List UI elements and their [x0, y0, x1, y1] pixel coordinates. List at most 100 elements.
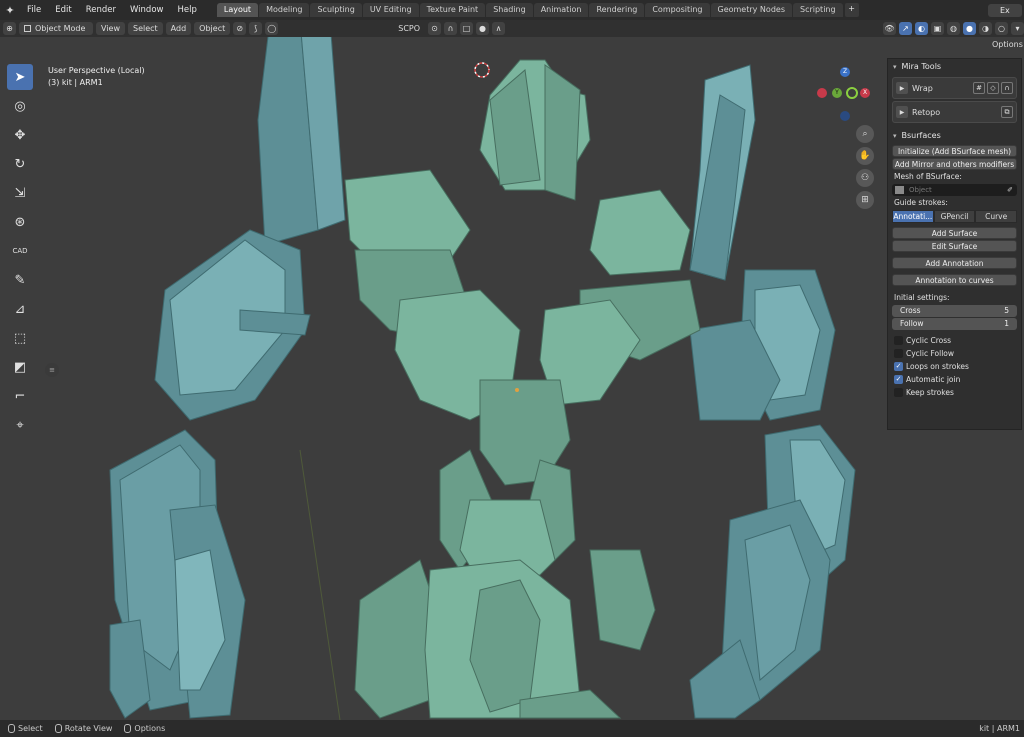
visibility-icon[interactable]: 👁	[883, 22, 896, 35]
snap-target-icon[interactable]: □	[460, 22, 474, 35]
cross-field[interactable]: Cross 5	[892, 305, 1017, 317]
neg-x-axis-icon[interactable]	[817, 88, 827, 98]
automatic-join-checkbox[interactable]: ✓ Automatic join	[894, 373, 1015, 385]
overlay-object-icon[interactable]: ⊘	[233, 22, 247, 35]
copy-icon[interactable]: ⧉	[1001, 106, 1013, 118]
guide-curve-option[interactable]: Curve	[975, 210, 1018, 223]
tab-animation[interactable]: Animation	[533, 3, 589, 17]
add-surface-button[interactable]: Add Surface	[892, 227, 1017, 239]
status-rotate: Rotate View	[54, 724, 112, 733]
3d-viewport[interactable]: ➤ ◎ ✥ ↻ ⇲ ⊛ CAD ✎ ⊿ ⬚ ◩ ⌐ ⌖ User Perspec…	[0, 37, 1024, 720]
menu-render[interactable]: Render	[79, 5, 123, 15]
keep-strokes-checkbox[interactable]: Keep strokes	[894, 386, 1015, 398]
viewport-header: ⊕ Object Mode View Select Add Object ⊘ ⟆…	[0, 20, 1024, 37]
tab-layout[interactable]: Layout	[216, 3, 259, 17]
tab-scripting[interactable]: Scripting	[792, 3, 843, 17]
grid-view-icon[interactable]: ⊞	[856, 191, 874, 209]
mira-tools-header[interactable]: ▾ Mira Tools	[888, 59, 1021, 75]
bsurface-tool-icon[interactable]: ◩	[7, 354, 33, 380]
menu-file[interactable]: File	[20, 5, 48, 15]
grid-icon[interactable]: #	[973, 82, 985, 94]
transform-tool-icon[interactable]: ⊛	[7, 209, 33, 235]
neg-z-axis-icon[interactable]	[840, 111, 850, 121]
axis-tool-icon[interactable]: ⌖	[7, 412, 33, 438]
object-field[interactable]: Object ✐	[892, 184, 1017, 196]
guide-gpencil-option[interactable]: GPencil	[933, 210, 976, 223]
shading-wire-icon[interactable]: ◍	[947, 22, 960, 35]
editor-type-icon[interactable]: ⊕	[3, 22, 16, 35]
shading-options-icon[interactable]: ▾	[1011, 22, 1024, 35]
eyedropper-icon[interactable]: ✐	[1007, 186, 1013, 194]
select-tool-icon[interactable]: ➤	[7, 64, 33, 90]
follow-field[interactable]: Follow 1	[892, 318, 1017, 330]
move-tool-icon[interactable]: ✥	[7, 122, 33, 148]
blender-logo-icon[interactable]: ✦	[0, 0, 20, 20]
falloff-icon[interactable]: ∧	[492, 22, 506, 35]
tab-modeling[interactable]: Modeling	[259, 3, 310, 17]
loops-on-strokes-checkbox[interactable]: ✓ Loops on strokes	[894, 360, 1015, 372]
mira-wrap-panel[interactable]: ▶ Wrap # ◇ ∩	[892, 77, 1017, 99]
initialize-button[interactable]: Initialize (Add BSurface mesh)	[892, 145, 1017, 157]
snap-magnet-icon[interactable]: ∩	[444, 22, 458, 35]
tab-texture-paint[interactable]: Texture Paint	[419, 3, 486, 17]
camera-view-icon[interactable]: ⚇	[856, 169, 874, 187]
proportional-edit-icon[interactable]: ●	[476, 22, 490, 35]
navigation-gizmo[interactable]: Z Y X	[812, 63, 872, 123]
annotate-tool-icon[interactable]: ✎	[7, 267, 33, 293]
menu-edit[interactable]: Edit	[48, 5, 78, 15]
tab-rendering[interactable]: Rendering	[589, 3, 645, 17]
add-annotation-button[interactable]: Add Annotation	[892, 257, 1017, 269]
tab-geometry-nodes[interactable]: Geometry Nodes	[710, 3, 792, 17]
shading-solid-icon[interactable]: ●	[963, 22, 976, 35]
menu-window[interactable]: Window	[123, 5, 171, 15]
shading-material-icon[interactable]: ◑	[979, 22, 992, 35]
zoom-icon[interactable]: ⌕	[856, 125, 874, 143]
menu-add[interactable]: Add	[165, 22, 192, 35]
snap-icon[interactable]: ⟆	[249, 22, 263, 35]
tab-shading[interactable]: Shading	[486, 3, 533, 17]
z-axis-icon[interactable]: Z	[840, 67, 850, 77]
scene-field[interactable]: Ex	[988, 3, 1022, 17]
y-axis-icon[interactable]: Y	[832, 88, 842, 98]
cursor-tool-icon[interactable]: ◎	[7, 93, 33, 119]
rotate-tool-icon[interactable]: ↻	[7, 151, 33, 177]
menu-help[interactable]: Help	[170, 5, 203, 15]
neg-y-axis-icon[interactable]	[846, 87, 858, 99]
status-options-label: Options	[134, 724, 166, 733]
overlay-toggle-icon[interactable]: ◐	[915, 22, 928, 35]
pan-hand-icon[interactable]: ✋	[856, 147, 874, 165]
arch-icon[interactable]: ∩	[1001, 82, 1013, 94]
curve-tool-icon[interactable]: ⌐	[7, 383, 33, 409]
pivot-label[interactable]: SCPO	[393, 22, 426, 35]
mira-retopo-panel[interactable]: ▶ Retopo ⧉	[892, 101, 1017, 123]
tab-compositing[interactable]: Compositing	[645, 3, 710, 17]
annotation-to-curves-button[interactable]: Annotation to curves	[892, 274, 1017, 286]
add-workspace-button[interactable]: +	[844, 3, 859, 17]
vertex-icon[interactable]: ◇	[987, 82, 999, 94]
scale-tool-icon[interactable]: ⇲	[7, 180, 33, 206]
guide-annotation-option[interactable]: Annotati...	[892, 210, 934, 223]
cyclic-cross-checkbox[interactable]: Cyclic Cross	[894, 334, 1015, 346]
proportional-icon[interactable]: ◯	[265, 22, 279, 35]
mesh-label: Mesh of BSurface:	[894, 172, 962, 181]
tab-sculpting[interactable]: Sculpting	[310, 3, 362, 17]
shading-render-icon[interactable]: ○	[995, 22, 1008, 35]
bsurfaces-header[interactable]: ▾ Bsurfaces	[888, 128, 1021, 144]
tab-uv-editing[interactable]: UV Editing	[362, 3, 419, 17]
add-mirror-button[interactable]: Add Mirror and others modifiers	[892, 158, 1017, 170]
x-axis-icon[interactable]: X	[860, 88, 870, 98]
cad-tool-button[interactable]: CAD	[7, 238, 33, 264]
add-cube-tool-icon[interactable]: ⬚	[7, 325, 33, 351]
gizmo-toggle-icon[interactable]: ↗	[899, 22, 912, 35]
menu-view[interactable]: View	[96, 22, 125, 35]
toolbar-collapse-icon[interactable]: ≡	[45, 363, 59, 377]
menu-select[interactable]: Select	[127, 22, 163, 35]
xray-icon[interactable]: ▣	[931, 22, 944, 35]
measure-tool-icon[interactable]: ⊿	[7, 296, 33, 322]
menu-object[interactable]: Object	[194, 22, 231, 35]
edit-surface-button[interactable]: Edit Surface	[892, 240, 1017, 252]
cyclic-follow-checkbox[interactable]: Cyclic Follow	[894, 347, 1015, 359]
transform-pivot-icon[interactable]: ⊙	[428, 22, 442, 35]
options-button[interactable]: Options	[992, 40, 1023, 49]
mode-select[interactable]: Object Mode	[19, 22, 93, 35]
